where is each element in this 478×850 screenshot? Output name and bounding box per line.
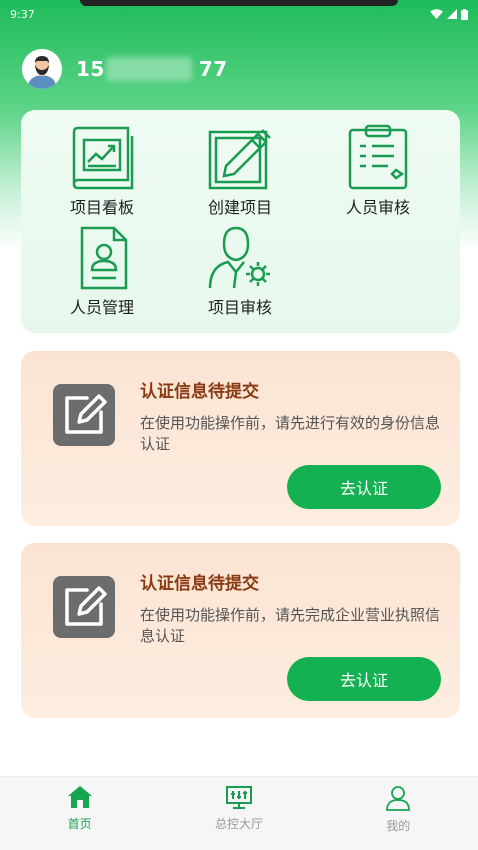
edit-icon xyxy=(53,384,115,446)
auth-card-business-license: 认证信息待提交 在使用功能操作前，请先完成企业营业执照信息认证 去认证 xyxy=(21,543,460,718)
nav-label-profile: 我的 xyxy=(386,819,411,833)
status-icons xyxy=(430,8,468,20)
menu-item-project-review[interactable]: 项目审核 xyxy=(180,224,300,318)
phone-mask xyxy=(106,57,192,81)
function-menu-card: 项目看板 创建项目 人员审核 人员管理 项目审核 xyxy=(21,110,460,333)
camera-notch xyxy=(80,0,398,6)
battery-icon xyxy=(461,8,468,20)
nav-label-control-hall: 总控大厅 xyxy=(214,817,263,831)
bottom-navigation: 首页 总控大厅 我的 xyxy=(0,776,478,850)
project-board-icon xyxy=(72,126,134,190)
profile-icon xyxy=(386,786,411,811)
menu-label-project-board: 项目看板 xyxy=(69,198,134,217)
status-bar: 9:37 xyxy=(0,0,478,28)
menu-item-create-project[interactable]: 创建项目 xyxy=(180,124,300,218)
personnel-management-icon xyxy=(80,226,128,290)
menu-label-personnel-management: 人员管理 xyxy=(69,298,134,317)
personnel-review-icon xyxy=(348,124,408,190)
wifi-icon xyxy=(430,9,443,19)
auth-card-title: 认证信息待提交 xyxy=(140,382,259,402)
phone-suffix: 77 xyxy=(198,57,228,81)
nav-label-home: 首页 xyxy=(67,817,92,831)
home-icon xyxy=(67,786,92,808)
edit-icon xyxy=(53,576,115,638)
avatar[interactable] xyxy=(22,49,62,89)
menu-label-personnel-review: 人员审核 xyxy=(345,198,410,217)
auth-card-description: 在使用功能操作前，请先进行有效的身份信息认证 xyxy=(140,414,441,453)
menu-item-personnel-review[interactable]: 人员审核 xyxy=(318,124,438,218)
menu-item-personnel-management[interactable]: 人员管理 xyxy=(42,224,162,318)
phone-number: 15 77 xyxy=(76,57,228,81)
menu-label-create-project: 创建项目 xyxy=(207,198,272,217)
phone-prefix: 15 xyxy=(76,57,105,81)
nav-item-home[interactable]: 首页 xyxy=(20,777,140,832)
menu-item-project-board[interactable]: 项目看板 xyxy=(42,124,162,218)
signal-icon xyxy=(447,9,457,19)
verify-license-button[interactable]: 去认证 xyxy=(287,657,441,701)
control-hall-icon xyxy=(225,786,252,809)
auth-card-title: 认证信息待提交 xyxy=(140,574,259,594)
nav-item-control-hall[interactable]: 总控大厅 xyxy=(179,777,299,832)
user-avatar-icon xyxy=(22,49,62,89)
nav-item-profile[interactable]: 我的 xyxy=(338,777,458,834)
create-project-icon xyxy=(208,129,271,190)
auth-card-identity: 认证信息待提交 在使用功能操作前，请先进行有效的身份信息认证 去认证 xyxy=(21,351,460,526)
project-review-icon xyxy=(208,226,270,289)
verify-identity-button[interactable]: 去认证 xyxy=(287,465,441,509)
menu-label-project-review: 项目审核 xyxy=(207,298,272,317)
status-time: 9:37 xyxy=(10,7,35,21)
auth-card-description: 在使用功能操作前，请先完成企业营业执照信息认证 xyxy=(140,606,441,645)
user-header[interactable]: 15 77 xyxy=(22,49,228,89)
